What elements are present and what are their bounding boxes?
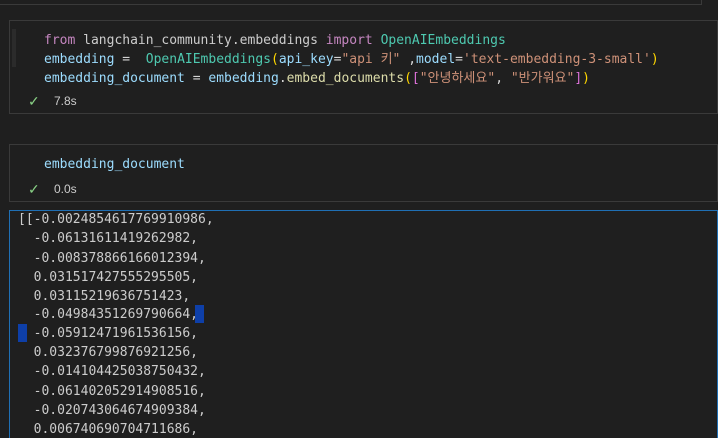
arg-model: model xyxy=(416,52,456,67)
execution-time: 7.8s xyxy=(54,94,77,108)
object-embedding: embedding xyxy=(208,71,279,86)
cell-output[interactable]: [[-0.0024854617769910986, -0.06131611419… xyxy=(9,210,718,438)
paren-close: ) xyxy=(582,71,590,86)
variable-embedding-document: embedding_document xyxy=(44,71,185,86)
paren-open: ( xyxy=(404,71,412,86)
bracket-open: [ xyxy=(411,71,420,86)
string-2: "반가워요" xyxy=(510,71,575,86)
output-line: -0.014104425038750432, xyxy=(18,364,206,380)
output-line: -0.06131611419262982, xyxy=(18,231,199,247)
previous-cell-border xyxy=(0,0,702,5)
selection-highlight xyxy=(195,305,204,324)
output-line: 0.03115219636751423, xyxy=(18,289,191,305)
output-line: 0.032376799876921256, xyxy=(18,345,199,361)
output-line: 0.006740690704711686, xyxy=(18,422,199,438)
assign-operator: = xyxy=(192,71,201,86)
output-line-wrap: -0.05912471961536156, xyxy=(10,323,717,343)
code-cell-2[interactable]: embedding_document ✓ 0.0s xyxy=(9,144,718,202)
arg-api-key: api_key xyxy=(278,52,334,67)
output-line: -0.04984351269790664, xyxy=(18,307,199,323)
code-line-2: embedding = OpenAIEmbeddings(api_key = "ap… xyxy=(34,50,717,69)
keyword-from: from xyxy=(44,33,76,48)
arg-comma: , xyxy=(400,52,417,67)
code-line-3: embedding_document = embedding.embed_doc… xyxy=(34,69,717,88)
variable-embedding: embedding xyxy=(44,52,115,67)
output-line: -0.061402052914908516, xyxy=(18,383,206,399)
assign-operator: = xyxy=(122,52,131,67)
paren-close: ) xyxy=(650,52,659,67)
notebook-view: from langchain_community.embeddings impo… xyxy=(0,0,718,438)
output-line: -0.020743064674909384, xyxy=(18,402,206,418)
code-line-1: embedding_document xyxy=(34,155,717,174)
output-line-wrap: -0.04984351269790664, xyxy=(10,305,717,324)
arg-eq: = xyxy=(455,52,463,67)
variable-embedding-document: embedding_document xyxy=(44,157,185,172)
code-editor[interactable]: from langchain_community.embeddings impo… xyxy=(34,31,717,88)
cell-status: ✓ 7.8s xyxy=(28,93,77,109)
bracket-close: ] xyxy=(574,71,583,86)
class-name: OpenAIEmbeddings xyxy=(380,33,506,48)
execution-bar xyxy=(12,29,16,67)
arg-api-key-value: "api 키" xyxy=(341,52,401,67)
code-line-1: from langchain_community.embeddings impo… xyxy=(34,31,717,50)
code-editor[interactable]: embedding_document xyxy=(34,155,717,174)
keyword-import: import xyxy=(325,33,373,48)
output-line: 0.031517427555295505, xyxy=(18,269,199,285)
output-line: [[-0.0024854617769910986, xyxy=(18,212,214,227)
class-call: OpenAIEmbeddings xyxy=(145,52,271,67)
execution-time: 0.0s xyxy=(54,182,77,196)
code-cell-1[interactable]: from langchain_community.embeddings impo… xyxy=(9,20,718,114)
arg-model-value: 'text-embedding-3-small' xyxy=(463,52,651,67)
cell-status: ✓ 0.0s xyxy=(28,181,77,197)
list-comma: , xyxy=(495,71,504,86)
output-line: -0.05912471961536156, xyxy=(18,325,199,341)
string-1: "안녕하세요" xyxy=(419,71,496,86)
check-icon: ✓ xyxy=(28,180,40,197)
method-embed-documents: embed_documents xyxy=(286,71,405,86)
paren-open: ( xyxy=(271,52,279,67)
output-line: -0.008378866166012394, xyxy=(18,250,206,266)
check-icon: ✓ xyxy=(28,92,40,109)
module-name: langchain_community.embeddings xyxy=(83,33,318,48)
dot: . xyxy=(278,71,287,86)
selection-highlight xyxy=(18,323,27,342)
